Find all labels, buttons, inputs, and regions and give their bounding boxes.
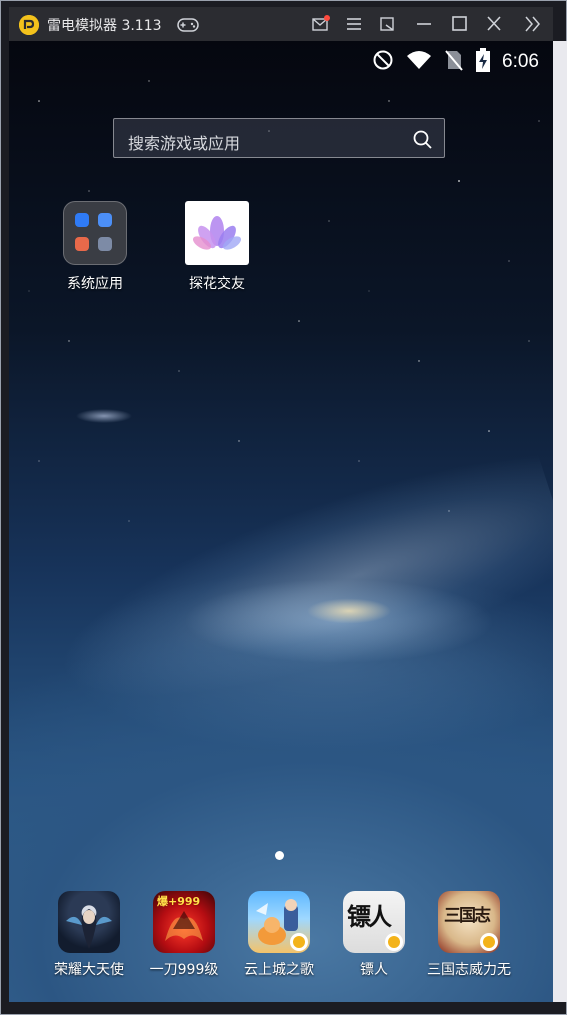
icon-glyph: 镖人: [347, 902, 392, 931]
dock-app-biaoren[interactable]: 镖人 镖人: [329, 891, 419, 979]
app-label: 云上城之歌: [244, 962, 314, 978]
page-indicator-dot[interactable]: [275, 851, 284, 860]
app-label: 系统应用: [67, 276, 123, 292]
maximize-icon[interactable]: [447, 13, 471, 35]
game-cloud-city-icon: [248, 891, 310, 953]
emulator-badge-icon: [385, 933, 403, 951]
clock: 6:06: [502, 51, 539, 72]
game-three-kingdoms-icon: 三国志: [438, 891, 500, 953]
app-label: 一刀999级: [149, 962, 219, 978]
lotus-flower-icon: [185, 201, 249, 265]
game-angel-icon: [58, 891, 120, 953]
app-label: 探花交友: [189, 276, 245, 292]
dock-app-angel[interactable]: 荣耀大天使: [44, 891, 134, 979]
expand-sidebar-icon[interactable]: [521, 13, 545, 35]
folder-icon: [63, 201, 127, 265]
app-label: 镖人: [360, 962, 388, 978]
no-sim-icon: [444, 49, 464, 75]
menu-icon[interactable]: [342, 13, 366, 35]
emulator-badge-icon: [480, 933, 498, 951]
mail-icon[interactable]: [309, 13, 333, 35]
search-icon[interactable]: [412, 129, 432, 153]
desktop-app-tanhua[interactable]: 探花交友: [172, 201, 262, 293]
icon-glyph: 三国志: [444, 906, 491, 926]
dock-app-cloud-city[interactable]: 云上城之歌: [234, 891, 324, 979]
game-red-dragon-icon: 爆+999: [153, 891, 215, 953]
battery-charging-icon: [476, 48, 491, 76]
emulator-badge-icon: [290, 933, 308, 951]
status-bar: 6:06: [372, 48, 539, 76]
minimize-icon[interactable]: [412, 13, 436, 35]
search-placeholder: 搜索游戏或应用: [128, 134, 241, 153]
gamepad-icon[interactable]: [177, 17, 199, 36]
app-label: 荣耀大天使: [54, 962, 124, 978]
badge-text: 爆+999: [157, 895, 201, 908]
game-biaoren-icon: 镖人: [343, 891, 405, 953]
wifi-icon: [406, 50, 432, 74]
emulator-window: 雷电模拟器 3.113 6:06 搜索游戏或应用 系统应用 探花交友 荣耀大天使…: [0, 0, 567, 1015]
dock-app-yidao[interactable]: 爆+999 一刀999级: [139, 891, 229, 979]
desktop-app-system-apps[interactable]: 系统应用: [50, 201, 140, 293]
title-bar: 雷电模拟器 3.113: [9, 7, 553, 41]
app-label: 三国志威力无: [427, 962, 511, 978]
close-icon[interactable]: [482, 13, 506, 35]
search-box[interactable]: 搜索游戏或应用: [113, 118, 445, 158]
resize-window-icon[interactable]: [375, 13, 399, 35]
app-logo-icon: [19, 15, 39, 35]
window-title: 雷电模拟器 3.113: [47, 18, 162, 34]
dock-app-three-kingdoms[interactable]: 三国志 三国志威力无: [424, 891, 514, 979]
do-not-disturb-icon: [372, 49, 394, 75]
android-screen[interactable]: 6:06 搜索游戏或应用 系统应用 探花交友 荣耀大天使 爆+999 一刀999…: [9, 41, 553, 1002]
sidebar-edge: [553, 41, 567, 1002]
